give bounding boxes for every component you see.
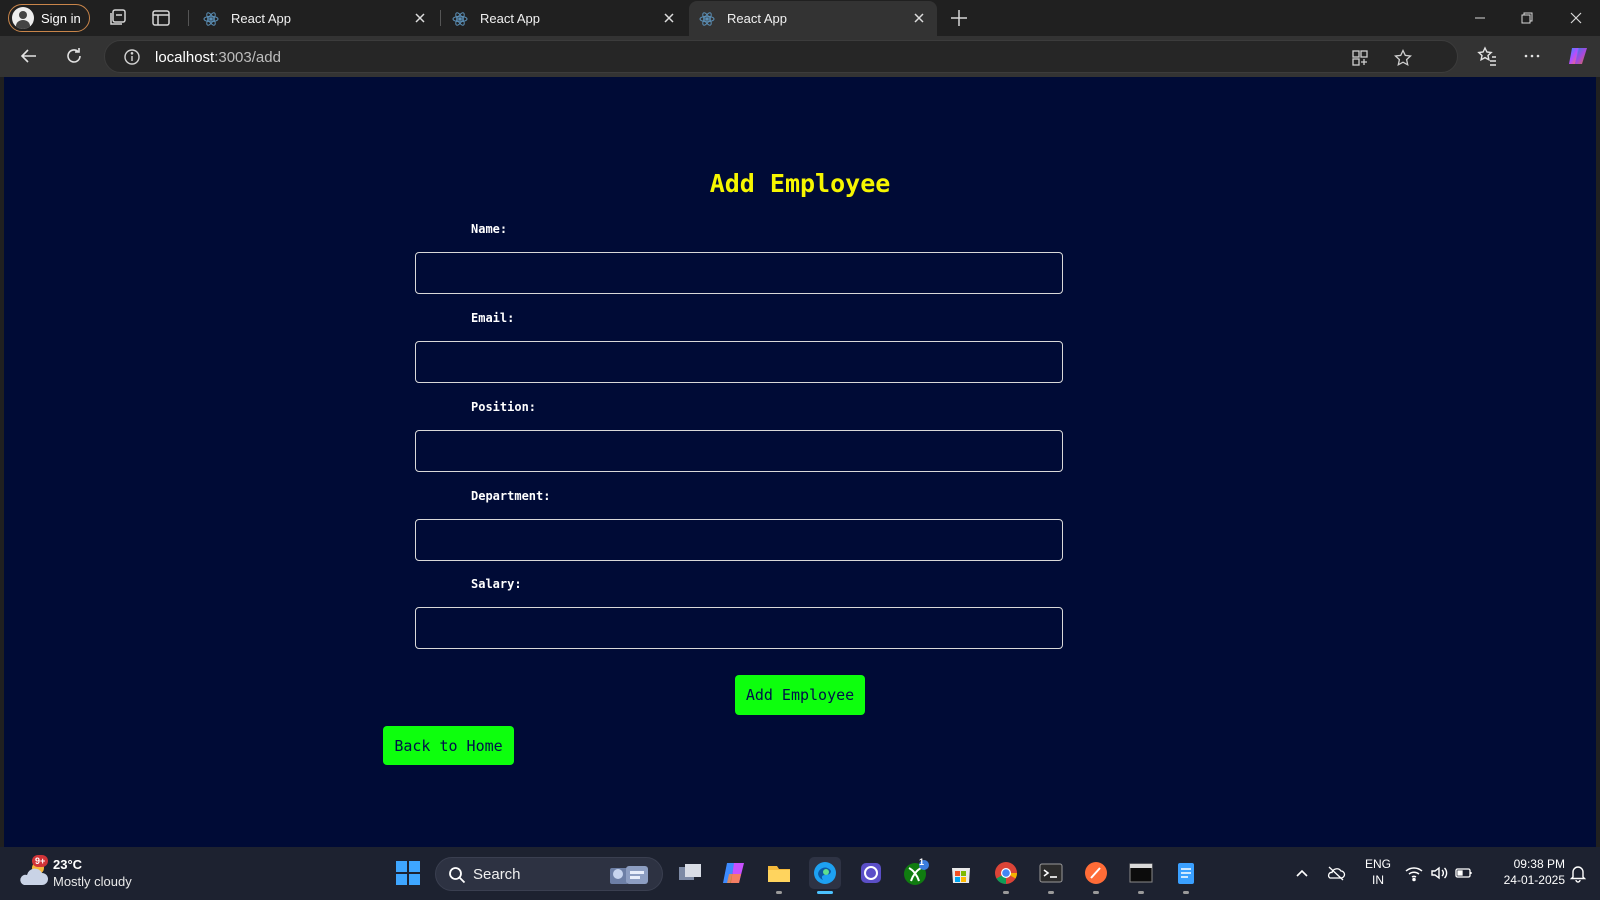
copilot-icon[interactable] bbox=[1566, 44, 1590, 68]
close-window-icon[interactable] bbox=[1564, 6, 1588, 30]
tab-title: React App bbox=[727, 11, 787, 26]
copilot-app[interactable] bbox=[718, 857, 750, 889]
close-tab-icon[interactable] bbox=[412, 10, 428, 26]
tab-separator bbox=[440, 10, 441, 26]
url-text[interactable]: localhost:3003/add bbox=[155, 49, 281, 66]
terminal-icon bbox=[1039, 863, 1063, 883]
notepad-app[interactable] bbox=[1170, 857, 1202, 894]
position-label: Position: bbox=[471, 400, 537, 414]
url-host: localhost bbox=[155, 49, 215, 66]
favorite-star-icon[interactable] bbox=[1393, 48, 1413, 68]
terminal-app[interactable] bbox=[1035, 857, 1067, 894]
start-button[interactable] bbox=[392, 857, 424, 889]
page-content: Add Employee Name: Email: Position: Depa… bbox=[4, 77, 1596, 847]
react-favicon-icon bbox=[452, 11, 468, 26]
email-input[interactable] bbox=[415, 341, 1063, 383]
close-tab-icon[interactable] bbox=[661, 10, 677, 26]
weather-widget[interactable]: 9+ 23°C Mostly cloudy bbox=[18, 855, 158, 893]
department-label: Department: bbox=[471, 489, 551, 503]
refresh-icon[interactable] bbox=[63, 45, 85, 67]
tab-title: React App bbox=[480, 11, 540, 26]
xbox-notification-badge: 1 bbox=[919, 857, 925, 867]
tab-title: React App bbox=[231, 11, 291, 26]
sign-in-label: Sign in bbox=[41, 10, 81, 26]
react-favicon-icon bbox=[699, 11, 715, 26]
address-bar[interactable]: localhost:3003/add bbox=[104, 40, 1458, 73]
workspaces-icon[interactable] bbox=[107, 7, 129, 29]
browser-toolbar: localhost:3003/add bbox=[0, 36, 1600, 77]
app-available-icon[interactable] bbox=[1350, 48, 1370, 68]
react-favicon-icon bbox=[203, 11, 219, 26]
favorites-icon[interactable] bbox=[1476, 45, 1498, 67]
weather-alert-badge: 9+ bbox=[32, 855, 49, 867]
profile-avatar-icon bbox=[12, 7, 34, 29]
tab-separator bbox=[188, 10, 189, 26]
chrome-icon bbox=[995, 862, 1017, 884]
weather-temperature: 23°C bbox=[53, 857, 83, 872]
edge-icon bbox=[814, 862, 836, 884]
back-arrow-icon[interactable] bbox=[18, 45, 40, 67]
copilot-app-icon bbox=[723, 863, 744, 883]
notepad-icon bbox=[1178, 863, 1194, 884]
windows-logo-icon bbox=[396, 861, 420, 885]
windows-taskbar: 9+ 23°C Mostly cloudy Search 1 ENG IN 09… bbox=[0, 847, 1600, 900]
chrome-app[interactable] bbox=[990, 857, 1022, 894]
show-hidden-icons-icon[interactable] bbox=[1292, 863, 1312, 883]
edge-app[interactable] bbox=[809, 857, 841, 894]
language-code: ENG bbox=[1364, 857, 1391, 871]
sign-in-button[interactable]: Sign in bbox=[8, 4, 90, 32]
name-input[interactable] bbox=[415, 252, 1063, 294]
clock-time: 09:38 PM bbox=[1513, 857, 1565, 871]
department-input[interactable] bbox=[415, 519, 1063, 561]
task-view-icon bbox=[679, 864, 701, 880]
close-tab-icon[interactable] bbox=[911, 10, 927, 26]
add-employee-button[interactable]: Add Employee bbox=[735, 675, 865, 715]
search-icon bbox=[449, 867, 466, 884]
phone-link-app[interactable] bbox=[855, 857, 887, 889]
xbox-app[interactable]: 1 bbox=[900, 857, 932, 889]
site-info-icon[interactable] bbox=[123, 48, 141, 66]
new-tab-icon[interactable] bbox=[948, 7, 970, 29]
clock-date: 24-01-2025 bbox=[1503, 873, 1565, 887]
command-prompt-icon bbox=[1129, 863, 1153, 883]
store-icon bbox=[952, 868, 970, 883]
email-label: Email: bbox=[471, 311, 515, 325]
postman-icon bbox=[1085, 862, 1107, 884]
back-to-home-button[interactable]: Back to Home bbox=[383, 726, 514, 765]
volume-icon[interactable] bbox=[1429, 863, 1449, 883]
vertical-tabs-icon[interactable] bbox=[150, 7, 172, 29]
task-view-button[interactable] bbox=[674, 857, 706, 889]
page-title: Add Employee bbox=[709, 169, 891, 198]
weather-condition: Mostly cloudy bbox=[53, 874, 132, 889]
name-label: Name: bbox=[471, 222, 508, 236]
onedrive-offline-icon[interactable] bbox=[1326, 863, 1346, 883]
microsoft-store-app[interactable] bbox=[945, 857, 977, 889]
search-highlight-icon bbox=[610, 866, 648, 884]
minimize-icon[interactable] bbox=[1468, 6, 1492, 30]
region-code: IN bbox=[1372, 873, 1384, 887]
file-explorer-app[interactable] bbox=[763, 857, 795, 894]
system-clock[interactable]: 09:38 PM 24-01-2025 bbox=[1485, 856, 1565, 888]
browser-tab-strip: Sign in React App React App React App bbox=[0, 0, 1600, 36]
input-language-indicator[interactable]: ENG IN bbox=[1363, 856, 1393, 888]
xbox-icon bbox=[904, 860, 929, 885]
tab-react-app-2[interactable]: React App bbox=[442, 1, 687, 36]
wifi-icon[interactable] bbox=[1404, 863, 1424, 883]
more-options-icon[interactable] bbox=[1521, 45, 1543, 67]
tab-react-app-1[interactable]: React App bbox=[193, 1, 438, 36]
command-prompt-app[interactable] bbox=[1125, 857, 1157, 894]
restore-icon[interactable] bbox=[1515, 6, 1539, 30]
position-input[interactable] bbox=[415, 430, 1063, 472]
tab-react-app-3[interactable]: React App bbox=[689, 1, 937, 36]
search-label: Search bbox=[473, 866, 521, 883]
phone-link-icon bbox=[861, 863, 881, 883]
salary-input[interactable] bbox=[415, 607, 1063, 649]
salary-label: Salary: bbox=[471, 577, 522, 591]
folder-icon bbox=[768, 866, 790, 882]
postman-app[interactable] bbox=[1080, 857, 1112, 894]
battery-icon[interactable] bbox=[1454, 863, 1474, 883]
taskbar-search[interactable]: Search bbox=[435, 857, 663, 891]
notification-bell-icon[interactable] bbox=[1568, 863, 1588, 883]
url-path: :3003/add bbox=[214, 49, 281, 66]
